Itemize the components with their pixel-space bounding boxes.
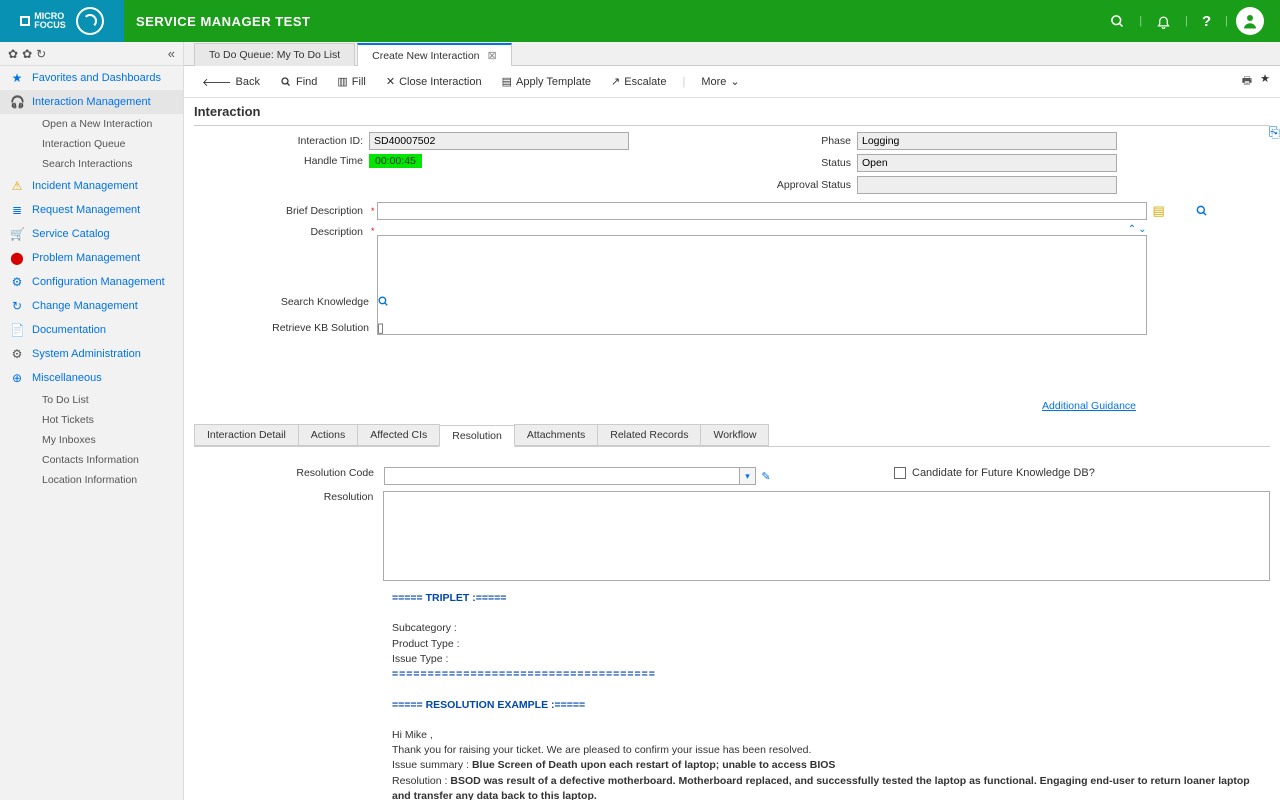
sidebar-subitem[interactable]: Contacts Information bbox=[32, 450, 183, 470]
fill-button[interactable]: ▥ Fill bbox=[329, 73, 373, 90]
sidebar-subitem[interactable]: To Do List bbox=[32, 390, 183, 410]
approval-status-field bbox=[857, 176, 1117, 194]
candidate-label: Candidate for Future Knowledge DB? bbox=[912, 467, 1095, 479]
phase-label: Phase bbox=[687, 135, 857, 147]
sidebar-item[interactable]: ↻Change Management bbox=[0, 294, 183, 318]
search-knowledge-icon[interactable] bbox=[377, 295, 390, 308]
detail-tab[interactable]: Attachments bbox=[514, 424, 598, 446]
dropdown-icon[interactable]: ▾ bbox=[740, 467, 756, 485]
page-title: Interaction bbox=[194, 98, 1270, 126]
gear-icon-2[interactable]: ✿ bbox=[22, 47, 32, 61]
action-toolbar: 🡐 Back Find ▥ Fill ✕ Close Interaction ▤… bbox=[184, 66, 1280, 98]
description-textarea[interactable] bbox=[377, 235, 1147, 335]
collapse-icon[interactable]: ⌃ bbox=[1128, 224, 1136, 235]
interaction-id-label: Interaction ID: bbox=[194, 135, 369, 147]
sidebar-item[interactable]: 🛒Service Catalog bbox=[0, 222, 183, 246]
print-icon[interactable]: 🖶 bbox=[1242, 72, 1252, 91]
favorite-icon[interactable]: ★ bbox=[1260, 72, 1270, 91]
sidebar-item[interactable]: 📄Documentation bbox=[0, 318, 183, 342]
find-button[interactable]: Find bbox=[272, 74, 325, 90]
sidebar-item[interactable]: ⚠Incident Management bbox=[0, 174, 183, 198]
phase-field bbox=[857, 132, 1117, 150]
detail-tab[interactable]: Resolution bbox=[439, 425, 515, 447]
document-tab[interactable]: Create New Interaction⊠ bbox=[357, 43, 512, 66]
refresh-icon[interactable]: ↻ bbox=[36, 47, 46, 61]
search-knowledge-label: Search Knowledge bbox=[264, 296, 369, 308]
candidate-checkbox[interactable] bbox=[894, 467, 906, 479]
collapse-sidebar-icon[interactable]: « bbox=[168, 46, 175, 61]
app-title: SERVICE MANAGER TEST bbox=[136, 14, 310, 29]
app-header: MICROFOCUS SERVICE MANAGER TEST | | ? | bbox=[0, 0, 1280, 42]
sidebar-item[interactable]: ⚙System Administration bbox=[0, 342, 183, 366]
resolution-code-label: Resolution Code bbox=[194, 467, 384, 479]
status-label: Status bbox=[687, 157, 857, 169]
brand-logo: MICROFOCUS bbox=[0, 0, 124, 42]
sidebar-subitem[interactable]: Interaction Queue bbox=[32, 134, 183, 154]
more-button[interactable]: More ⌄ bbox=[693, 73, 747, 90]
handle-time-label: Handle Time bbox=[194, 155, 369, 167]
apply-template-button[interactable]: ▤ Apply Template bbox=[494, 73, 599, 90]
retrieve-kb-icon[interactable]: ▯ bbox=[377, 320, 384, 336]
help-icon[interactable]: ? bbox=[1196, 13, 1217, 30]
sidebar-item[interactable]: 🎧Interaction Management bbox=[0, 90, 183, 114]
description-label: Description bbox=[194, 224, 369, 238]
edit-icon[interactable]: ✎ bbox=[758, 467, 774, 485]
tab-close-icon[interactable]: ⊠ bbox=[488, 49, 497, 62]
detail-tabs: Interaction DetailActionsAffected CIsRes… bbox=[194, 424, 1270, 447]
retrieve-kb-label: Retrieve KB Solution bbox=[264, 322, 369, 334]
brief-description-input[interactable] bbox=[377, 202, 1147, 220]
sidebar-subitem[interactable]: Hot Tickets bbox=[32, 410, 183, 430]
gear-icon[interactable]: ✿ bbox=[8, 47, 18, 61]
document-tabs: To Do Queue: My To Do ListCreate New Int… bbox=[184, 42, 1280, 66]
handle-time-value: 00:00:45 bbox=[369, 154, 422, 168]
expand-icon[interactable]: ⌄ bbox=[1138, 224, 1146, 235]
escalate-button[interactable]: ↗ Escalate bbox=[603, 73, 674, 90]
sidebar: ✿ ✿ ↻ « ★Favorites and Dashboards🎧Intera… bbox=[0, 42, 184, 800]
detail-tab[interactable]: Workflow bbox=[700, 424, 769, 446]
resolution-label: Resolution bbox=[194, 491, 383, 503]
sidebar-subitem[interactable]: My Inboxes bbox=[32, 430, 183, 450]
close-interaction-button[interactable]: ✕ Close Interaction bbox=[378, 73, 490, 90]
brief-description-label: Brief Description bbox=[194, 205, 369, 217]
copy-icon[interactable]: ⎘ bbox=[1269, 124, 1280, 141]
approval-status-label: Approval Status bbox=[687, 179, 857, 191]
detail-tab[interactable]: Interaction Detail bbox=[194, 424, 299, 446]
sidebar-item[interactable]: ⚙Configuration Management bbox=[0, 270, 183, 294]
sidebar-subitem[interactable]: Search Interactions bbox=[32, 154, 183, 174]
detail-tab[interactable]: Actions bbox=[298, 424, 358, 446]
bell-icon[interactable] bbox=[1150, 14, 1177, 29]
resolution-code-input[interactable] bbox=[384, 467, 740, 485]
sidebar-item[interactable]: ⊕Miscellaneous bbox=[0, 366, 183, 390]
document-tab[interactable]: To Do Queue: My To Do List bbox=[194, 43, 355, 66]
resolution-example-text: ===== TRIPLET :===== Subcategory : Produ… bbox=[392, 591, 1270, 800]
status-field bbox=[857, 154, 1117, 172]
sidebar-item[interactable]: ★Favorites and Dashboards bbox=[0, 66, 183, 90]
search-icon[interactable] bbox=[1195, 204, 1209, 218]
detail-tab[interactable]: Related Records bbox=[597, 424, 701, 446]
detail-tab[interactable]: Affected CIs bbox=[357, 424, 440, 446]
sidebar-item[interactable]: ⬤Problem Management bbox=[0, 246, 183, 270]
search-icon[interactable] bbox=[1104, 14, 1131, 29]
user-avatar[interactable] bbox=[1236, 7, 1264, 35]
resolution-textarea[interactable] bbox=[383, 491, 1270, 581]
back-button[interactable]: 🡐 Back bbox=[194, 73, 268, 91]
sidebar-subitem[interactable]: Open a New Interaction bbox=[32, 114, 183, 134]
notes-icon[interactable]: ▤ bbox=[1153, 203, 1165, 219]
sidebar-subitem[interactable]: Location Information bbox=[32, 470, 183, 490]
sidebar-item[interactable]: ≣Request Management bbox=[0, 198, 183, 222]
additional-guidance-link[interactable]: Additional Guidance bbox=[1042, 400, 1136, 412]
interaction-id-field bbox=[369, 132, 629, 150]
